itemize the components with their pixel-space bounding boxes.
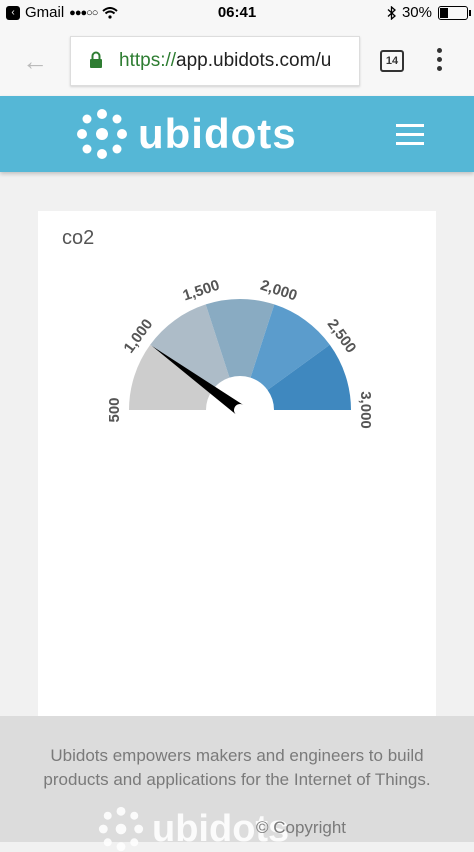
footer: Ubidots empowers makers and engineers to… [0, 716, 474, 852]
footer-tagline: Ubidots empowers makers and engineers to… [43, 746, 431, 789]
url-scheme: https:// [119, 50, 177, 71]
logo-text: ubidots [138, 110, 297, 157]
browser-toolbar: ← https://app.ubidots.com/u 14 [0, 26, 474, 96]
battery-percent: 30% [401, 4, 432, 21]
footer-logo-dots-icon [98, 806, 144, 852]
ubidots-logo-dots-icon [77, 109, 127, 159]
overflow-menu-icon[interactable] [437, 48, 443, 75]
battery-fill [440, 7, 448, 18]
copyright-text: © Copyright [256, 818, 347, 837]
tab-switcher-button[interactable]: 14 [380, 50, 404, 72]
gauge-widget-card: co2 500 1,000 1,500 2,000 2,500 3,000 [38, 211, 436, 751]
hamburger-menu-icon[interactable] [396, 124, 424, 151]
lock-icon [90, 51, 102, 68]
address-bar[interactable]: https://app.ubidots.com/u [70, 36, 360, 86]
gauge-tick-label: 3,000 [357, 391, 374, 429]
gauge-tick-label: 2,000 [258, 277, 299, 305]
url-host: app.ubidots.com/u [176, 50, 332, 71]
gauge-tick-label: 1,500 [181, 277, 222, 305]
ubidots-logo[interactable]: ubidots [76, 108, 297, 160]
url-text[interactable]: https://app.ubidots.com/u [119, 50, 331, 72]
battery-icon [438, 5, 471, 20]
bluetooth-icon [387, 5, 396, 20]
gauge-tick-label: 500 [106, 397, 123, 422]
co2-gauge: 5001,0001,500 2,0002,5003,000 [106, 277, 374, 429]
status-bar: ‹ Gmail ●●●○○ 06:41 30% [0, 0, 474, 26]
app-header: ubidots [0, 96, 474, 172]
back-arrow-icon[interactable]: ← [22, 46, 48, 77]
status-right: 30% [387, 4, 471, 21]
